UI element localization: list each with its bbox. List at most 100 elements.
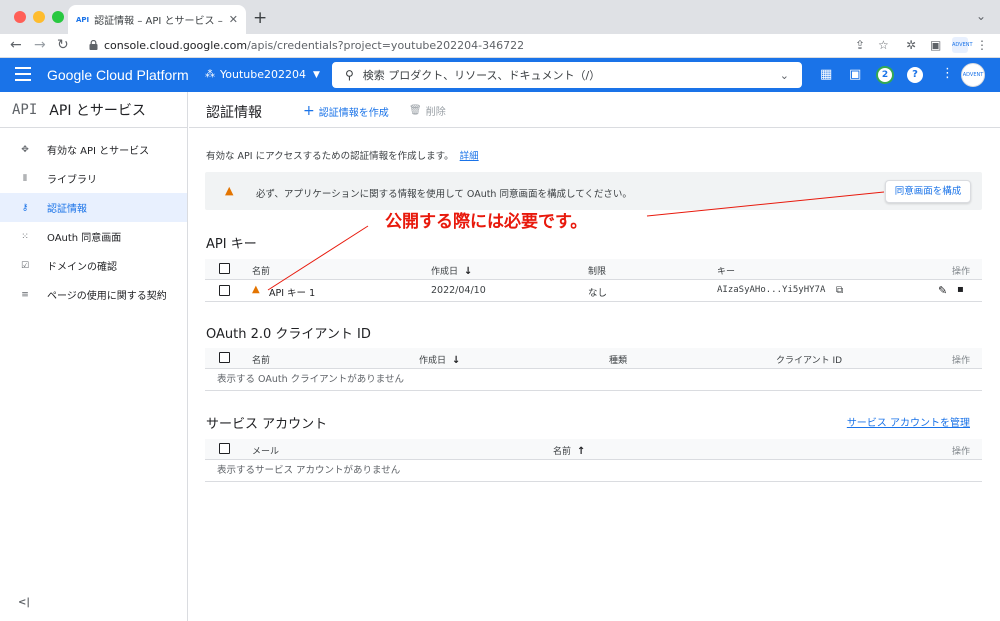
reload-icon[interactable]: ↻: [57, 37, 69, 53]
minimize-window-button[interactable]: [33, 11, 45, 23]
api-key-restriction: なし: [588, 288, 608, 299]
select-all-checkbox[interactable]: [219, 443, 230, 454]
share-icon[interactable]: ⇪: [855, 38, 865, 52]
delete-label: 削除: [425, 107, 446, 118]
maximize-window-button[interactable]: [52, 11, 64, 23]
tab-title: 認証情報 – API とサービス – Yout: [94, 16, 225, 27]
warning-icon: ▲: [252, 284, 260, 295]
service-accounts-table: メール 名前 ↑ 操作 表示するサービス アカウントがありません: [205, 439, 982, 482]
cloud-shell-icon[interactable]: ▣: [849, 67, 861, 82]
key-icon: ⚷: [21, 202, 29, 213]
sidebar-item-label: ドメインの確認: [47, 262, 117, 273]
sidebar-item-domain-verification[interactable]: ☑ ドメインの確認: [0, 251, 187, 280]
edit-pencil-icon[interactable]: ✎: [938, 284, 947, 297]
row-checkbox[interactable]: [219, 285, 230, 296]
manage-service-accounts-link[interactable]: サービス アカウントを管理: [847, 414, 970, 429]
bookmark-star-icon[interactable]: ☆: [878, 38, 889, 52]
extensions-icon[interactable]: ✲: [906, 38, 916, 52]
search-icon: ⚲: [345, 68, 354, 82]
browser-tab[interactable]: API 認証情報 – API とサービス – Yout ✕: [68, 5, 246, 34]
api-keys-table: 名前 作成日 ↓ 制限 キー 操作 ▲ API キー 1 2022/04/10 な…: [205, 259, 982, 302]
hamburger-menu-icon[interactable]: [15, 67, 31, 81]
sidebar-item-credentials[interactable]: ⚷ 認証情報: [0, 193, 187, 222]
table-row: ▲ API キー 1 2022/04/10 なし AIzaSyAHo...Yi5…: [205, 280, 982, 302]
brand-logo[interactable]: Google Cloud Platform: [47, 67, 189, 83]
caret-down-icon: ▼: [313, 69, 320, 80]
warning-icon: ▲: [225, 184, 234, 197]
help-icon[interactable]: ?: [907, 67, 923, 83]
sidebar-item-label: 認証情報: [47, 204, 87, 215]
url-path: /apis/credentials?project=youtube202204-…: [247, 39, 525, 52]
table-header: メール 名前 ↑ 操作: [205, 439, 982, 460]
account-avatar[interactable]: ADVENT: [961, 63, 985, 87]
browser-menu-icon[interactable]: ⋮: [976, 38, 988, 52]
more-options-icon[interactable]: ⋮: [941, 66, 954, 81]
col-key: キー: [717, 267, 736, 277]
empty-message: 表示するサービス アカウントがありません: [205, 460, 982, 482]
search-bar[interactable]: ⚲ 検索 プロダクト、リソース、ドキュメント（/） ⌄: [332, 62, 802, 88]
select-all-checkbox[interactable]: [219, 263, 230, 274]
table-header: 名前 作成日 ↓ 制限 キー 操作: [205, 259, 982, 280]
create-credentials-button[interactable]: + 認証情報を作成: [303, 103, 389, 119]
close-window-button[interactable]: [14, 11, 26, 23]
back-arrow-icon[interactable]: ←: [10, 37, 22, 53]
col-actions: 操作: [951, 447, 970, 457]
side-panel-icon[interactable]: ▣: [930, 38, 941, 52]
search-placeholder: 検索 プロダクト、リソース、ドキュメント（/）: [362, 69, 601, 82]
main-content: 認証情報 + 認証情報を作成 🗑 削除 有効な API にアクセスするための認証…: [189, 92, 1000, 621]
sort-down-arrow-icon: ↓: [464, 266, 473, 277]
intro-description: 有効な API にアクセスするための認証情報を作成します。: [206, 151, 454, 162]
collapse-sidebar-icon[interactable]: <|: [18, 597, 30, 608]
address-bar: ← → ↻ console.cloud.google.com/apis/cred…: [0, 34, 1000, 58]
col-created[interactable]: 作成日 ↓: [431, 264, 472, 277]
sidebar-item-page-usage[interactable]: ≡ ページの使用に関する契約: [0, 280, 187, 309]
api-favicon-icon: API: [76, 15, 90, 24]
tab-close-icon[interactable]: ✕: [229, 13, 238, 26]
api-logo-icon: API: [12, 101, 38, 118]
copy-icon[interactable]: ⧉: [836, 285, 843, 296]
learn-more-link[interactable]: 詳細: [460, 151, 479, 162]
col-actions: 操作: [951, 356, 970, 366]
api-key-name-link[interactable]: API キー 1: [269, 285, 315, 299]
plus-icon: +: [303, 103, 315, 119]
lock-icon: [89, 40, 98, 50]
oauth-warning-banner: ▲ 必ず、アプリケーションに関する情報を使用して OAuth 同意画面を構成して…: [205, 172, 982, 210]
browser-tab-bar: API 認証情報 – API とサービス – Yout ✕ + ⌄: [0, 0, 1000, 34]
profile-avatar[interactable]: ADVENT: [952, 37, 973, 53]
gcp-header: Google Cloud Platform ⁂ Youtube202204 ▼ …: [0, 58, 1000, 92]
project-selector[interactable]: ⁂ Youtube202204 ▼: [205, 68, 320, 81]
delete-trash-icon[interactable]: ▪: [957, 284, 964, 295]
chevron-down-icon[interactable]: ⌄: [780, 69, 789, 82]
sidebar-item-label: OAuth 同意画面: [47, 233, 122, 244]
sidebar-item-oauth-consent[interactable]: ⁙ OAuth 同意画面: [0, 222, 187, 251]
sort-up-arrow-icon: ↑: [577, 446, 586, 457]
forward-arrow-icon[interactable]: →: [34, 37, 46, 53]
col-client-id: クライアント ID: [776, 356, 843, 366]
gift-icon[interactable]: ▦: [820, 67, 832, 82]
new-tab-icon[interactable]: +: [253, 8, 267, 28]
sidebar-item-enabled-apis[interactable]: ✥ 有効な API とサービス: [0, 135, 187, 164]
delete-button[interactable]: 🗑 削除: [409, 103, 446, 118]
col-name[interactable]: 名前 ↑: [553, 444, 585, 457]
sidebar-item-label: ライブラリ: [47, 175, 97, 186]
select-all-checkbox[interactable]: [219, 352, 230, 363]
col-name[interactable]: 名前: [252, 353, 270, 366]
sidebar-item-library[interactable]: ⦀ ライブラリ: [0, 164, 187, 193]
col-name[interactable]: 名前: [252, 264, 270, 277]
configure-consent-button[interactable]: 同意画面を構成: [885, 180, 971, 203]
col-email[interactable]: メール: [252, 444, 279, 457]
trash-icon: 🗑: [409, 105, 422, 116]
url-field[interactable]: console.cloud.google.com/apis/credential…: [104, 39, 524, 52]
library-icon: ⦀: [23, 173, 27, 184]
project-name: Youtube202204: [220, 68, 306, 81]
sidebar-title-text: API とサービス: [49, 102, 146, 119]
check-box-icon: ☑: [20, 260, 30, 271]
banner-text: 必ず、アプリケーションに関する情報を使用して OAuth 同意画面を構成してくだ…: [256, 189, 632, 200]
api-key-value: AIzaSyAHo...Yi5yHY7A: [717, 285, 826, 295]
tab-search-chevron-icon[interactable]: ⌄: [976, 9, 986, 23]
col-type: 種類: [609, 356, 628, 366]
col-created[interactable]: 作成日 ↓: [419, 353, 460, 366]
col-created-label: 作成日: [431, 267, 459, 277]
notification-badge[interactable]: 2: [876, 66, 894, 84]
api-keys-title: API キー: [206, 237, 257, 252]
